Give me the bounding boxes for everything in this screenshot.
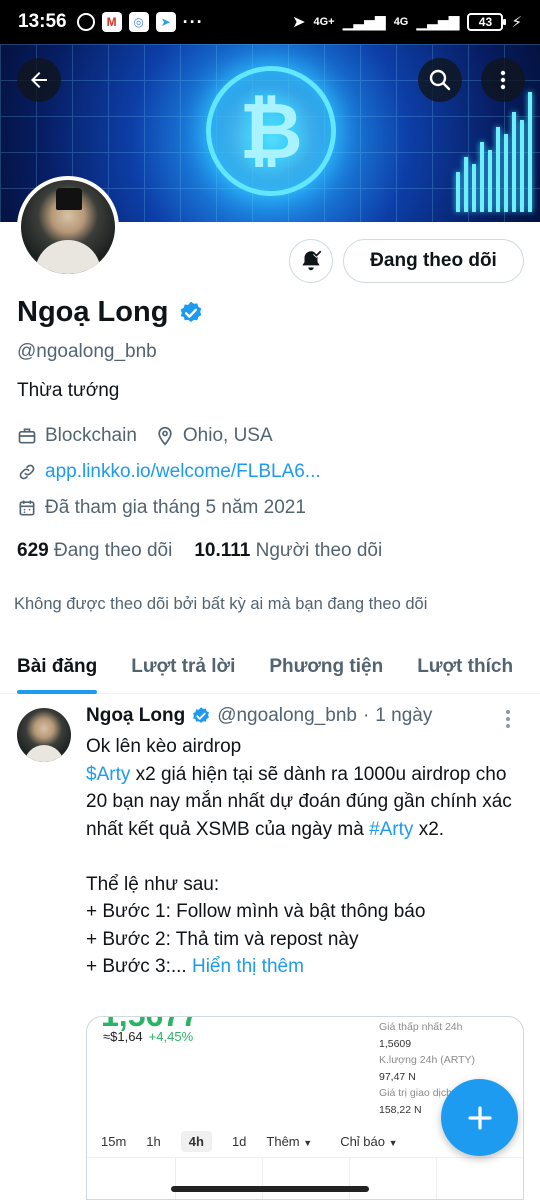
gmail-icon: M xyxy=(101,12,122,32)
card-usd-price: ≈$1,64 xyxy=(103,1029,143,1044)
card-chart-area xyxy=(87,1157,523,1199)
profile-name: Ngoạ Long xyxy=(17,296,169,328)
following-button[interactable]: Đang theo dõi xyxy=(343,239,524,283)
home-indicator[interactable] xyxy=(171,1186,369,1192)
not-followed-note: Không được theo dõi bởi bất kỳ ai mà bạn… xyxy=(14,595,428,613)
caret-down-icon: ▼ xyxy=(303,1138,313,1148)
tweet-text: Ok lên kèo airdrop $Arty x2 giá hiện tại… xyxy=(86,733,526,981)
tab-replies[interactable]: Lượt trả lời xyxy=(114,640,252,694)
location-arrow-icon: ➤ xyxy=(292,14,306,31)
profile-tabs: Bài đăng Lượt trả lời Phương tiện Lượt t… xyxy=(0,640,540,694)
briefcase-icon xyxy=(18,428,36,444)
card-low-label: Giá thấp nhất 24h xyxy=(379,1021,463,1033)
search-button[interactable] xyxy=(418,58,462,102)
profile-handle: @ngoalong_bnb xyxy=(17,341,157,362)
cashtag-link[interactable]: $Arty xyxy=(86,764,130,785)
bitcoin-logo: ₿ xyxy=(206,66,336,196)
timeframe-15m: 15m xyxy=(101,1134,127,1149)
battery-level: 43 xyxy=(478,15,493,29)
tweet-step-3: + Bước 3:... xyxy=(86,956,187,977)
notification-bell-button[interactable] xyxy=(289,239,333,283)
card-volume-label: K.lượng 24h (ARTY) xyxy=(379,1054,476,1066)
profile-link-row: app.linkko.io/welcome/FLBLA6... xyxy=(17,461,321,483)
search-icon xyxy=(429,69,451,91)
profile-name-row: Ngoạ Long xyxy=(17,296,204,329)
tweet-step-1: + Bước 1: Follow mình và bật thông báo xyxy=(86,901,426,922)
tweet-header: Ngoạ Long @ngoalong_bnb · 1 ngày xyxy=(86,705,432,727)
status-time: 13:56 xyxy=(18,11,67,32)
more-options-button[interactable] xyxy=(481,58,525,102)
tweet-rules-title: Thể lệ như sau: xyxy=(86,873,220,895)
more-vertical-icon xyxy=(500,70,506,90)
compose-button[interactable] xyxy=(441,1079,518,1156)
tab-posts[interactable]: Bài đăng xyxy=(0,640,114,694)
battery-icon: 43 xyxy=(467,13,507,31)
tweet-line-2: x2 giá hiện tại sẽ dành ra 1000u airdrop… xyxy=(86,763,518,840)
back-button[interactable] xyxy=(17,58,61,102)
tweet-line-1: Ok lên kèo airdrop xyxy=(86,736,242,757)
card-change: +4,45% xyxy=(148,1029,194,1044)
alarm-icon xyxy=(76,13,95,31)
profile-website-link[interactable]: app.linkko.io/welcome/FLBLA6... xyxy=(45,461,321,483)
card-more-label: Thêm ▼ xyxy=(266,1134,313,1149)
profile-bio: Thừa tướng xyxy=(17,380,120,401)
location-pin-icon xyxy=(158,426,172,446)
tweet-author-name[interactable]: Ngoạ Long xyxy=(86,705,185,727)
followers-label: Người theo dõi xyxy=(255,540,383,561)
more-notifications-icon: ··· xyxy=(182,11,204,32)
chart-bars-decoration xyxy=(456,92,532,212)
card-low-value: 1,5609 xyxy=(379,1037,412,1050)
profile-location: Ohio, USA xyxy=(182,425,273,446)
app-icon: ◎ xyxy=(128,12,149,32)
timeframe-1d: 1d xyxy=(231,1134,247,1149)
link-icon xyxy=(19,464,35,480)
bell-icon xyxy=(302,250,322,271)
timeframe-4h: 4h xyxy=(180,1131,212,1152)
tweet-more-icon[interactable] xyxy=(506,710,510,728)
card-indicator-label: Chỉ báo ▼ xyxy=(340,1134,398,1149)
hashtag-link[interactable]: #Arty xyxy=(369,819,413,840)
signal-label-left: 4G+ xyxy=(313,16,335,28)
signal-bars-icon: ▁▃▅▇ xyxy=(342,13,386,30)
profile-avatar[interactable] xyxy=(17,176,119,278)
tweet-step-2: + Bước 2: Thả tim và repost này xyxy=(86,928,359,950)
show-more-link[interactable]: Hiển thị thêm xyxy=(192,956,304,977)
following-count: 629 xyxy=(17,540,49,561)
telegram-icon: ➤ xyxy=(155,12,176,32)
card-timeframes: 15m 1h 4h 1d Thêm ▼ Chỉ báo ▼ xyxy=(101,1131,398,1152)
profile-meta-row: Blockchain Ohio, USA xyxy=(17,425,273,447)
tweet-time[interactable]: 1 ngày xyxy=(375,705,432,727)
card-price-row: ≈$1,64 +4,45% xyxy=(103,1029,193,1044)
signal-label-right: 4G xyxy=(393,16,409,28)
follow-counts: 629 Đang theo dõi 10.111 Người theo dõi xyxy=(17,540,382,562)
tweet-avatar[interactable] xyxy=(17,708,71,762)
followers-count-link[interactable]: 10.111 Người theo dõi xyxy=(194,540,382,562)
tweet-separator: · xyxy=(362,705,370,726)
verified-badge-icon xyxy=(193,707,210,723)
followers-count: 10.111 xyxy=(194,540,251,561)
following-label: Đang theo dõi xyxy=(53,540,173,561)
charging-icon: ⚡ xyxy=(511,14,522,31)
tweet-author-handle[interactable]: @ngoalong_bnb xyxy=(217,705,357,727)
tab-likes[interactable]: Lượt thích xyxy=(400,640,530,694)
caret-down-icon: ▼ xyxy=(388,1138,398,1148)
profile-joined-row: Đã tham gia tháng 5 năm 2021 xyxy=(17,497,306,519)
following-count-link[interactable]: 629 Đang theo dõi xyxy=(17,540,172,562)
plus-icon xyxy=(467,1105,492,1130)
tab-media[interactable]: Phương tiện xyxy=(252,640,400,694)
profile-joined-date: Đã tham gia tháng 5 năm 2021 xyxy=(45,497,306,518)
verified-badge-icon[interactable] xyxy=(178,300,204,326)
tweet-line-3: x2. xyxy=(413,818,445,840)
status-bar: 13:56 M ◎ ➤ ··· ➤ 4G+ ▁▃▅▇ 4G ▁▃▅▇ 43 ⚡ xyxy=(0,0,540,44)
calendar-icon xyxy=(19,500,35,516)
back-arrow-icon xyxy=(31,72,47,88)
profile-category: Blockchain xyxy=(45,425,137,446)
timeframe-1h: 1h xyxy=(146,1134,161,1149)
signal-bars-icon: ▁▃▅▇ xyxy=(416,13,460,30)
